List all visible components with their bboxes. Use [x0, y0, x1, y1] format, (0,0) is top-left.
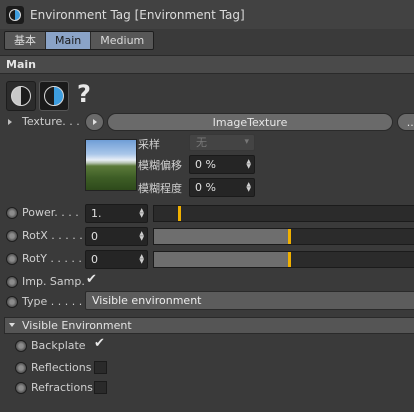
window-title: Environment Tag [Environment Tag] [30, 7, 245, 22]
imp-samp-checkbox[interactable]: ✔ [86, 272, 97, 287]
rotx-value: 0 [91, 230, 98, 243]
reflections-checkbox[interactable] [94, 361, 107, 374]
rotx-slider-fill [154, 229, 288, 244]
title-bar: Environment Tag [Environment Tag] [0, 0, 414, 29]
power-label: Power. . . . [22, 206, 79, 219]
spinner-arrows-icon[interactable]: ▲ ▼ [246, 182, 251, 193]
backplate-animate-radio[interactable] [15, 340, 27, 352]
visible-environment-header[interactable]: Visible Environment [4, 317, 414, 334]
roty-value: 0 [91, 253, 98, 266]
spinner-arrows-icon[interactable]: ▲ ▼ [139, 254, 144, 265]
refractions-label: Refractions [31, 381, 93, 394]
roty-slider[interactable] [153, 251, 414, 268]
environment-mode-button-2[interactable] [39, 81, 69, 111]
reflections-label: Reflections [31, 361, 92, 374]
power-field[interactable]: 1. ▲ ▼ [85, 204, 148, 223]
reflections-animate-radio[interactable] [15, 362, 27, 374]
spinner-arrows-icon[interactable]: ▲ ▼ [246, 159, 251, 170]
sampling-dropdown[interactable]: 无 ▾ [189, 134, 255, 151]
rotx-slider-handle[interactable] [288, 229, 291, 244]
rotx-animate-radio[interactable] [6, 230, 18, 242]
half-circle-blue-icon [44, 86, 64, 106]
blur-scale-value: 0 % [195, 181, 216, 194]
type-label: Type . . . . . [22, 295, 83, 308]
sampling-label: 采样 [138, 138, 160, 151]
blur-offset-label: 模糊偏移 [138, 159, 182, 172]
environment-tag-icon [6, 5, 24, 24]
chevron-down-icon: ▾ [244, 137, 249, 147]
help-icon[interactable]: ? [77, 80, 91, 108]
roty-slider-handle[interactable] [288, 252, 291, 267]
imp-samp-label: Imp. Samp. [22, 275, 85, 288]
power-animate-radio[interactable] [6, 207, 18, 219]
refractions-checkbox[interactable] [94, 381, 107, 394]
spinner-arrows-icon[interactable]: ▲ ▼ [139, 208, 144, 219]
environment-mode-button-1[interactable] [6, 81, 36, 111]
roty-label: RotY . . . . . [22, 252, 82, 265]
type-animate-radio[interactable] [6, 296, 18, 308]
collapse-arrow-icon[interactable] [9, 323, 15, 327]
texture-options-button[interactable]: ... [397, 113, 414, 131]
backplate-checkbox[interactable]: ✔ [94, 336, 105, 351]
power-slider[interactable] [153, 205, 414, 222]
spinner-arrows-icon[interactable]: ▲ ▼ [139, 231, 144, 242]
texture-label: Texture. . . [22, 115, 80, 128]
power-value: 1. [91, 207, 102, 220]
tab-main[interactable]: Main [46, 32, 92, 49]
tab-basic[interactable]: 基本 [5, 32, 46, 49]
type-select[interactable]: Visible environment [85, 291, 414, 310]
rotx-field[interactable]: 0 ▲ ▼ [85, 227, 148, 246]
half-circle-icon [11, 86, 31, 106]
texture-preview-image [85, 139, 137, 191]
rotx-slider[interactable] [153, 228, 414, 245]
tab-bar: 基本 Main Medium [4, 31, 155, 50]
power-slider-handle[interactable] [178, 206, 181, 221]
section-header-main: Main [0, 55, 414, 74]
blur-offset-value: 0 % [195, 158, 216, 171]
roty-slider-fill [154, 252, 288, 267]
roty-animate-radio[interactable] [6, 253, 18, 265]
imp-samp-animate-radio[interactable] [6, 276, 18, 288]
sampling-value: 无 [196, 136, 207, 149]
rotx-label: RotX . . . . . [22, 229, 83, 242]
blur-scale-field[interactable]: 0 % ▲ ▼ [189, 178, 255, 197]
arrow-right-icon [92, 119, 97, 125]
expand-arrow-icon[interactable] [8, 119, 12, 125]
blur-offset-field[interactable]: 0 % ▲ ▼ [189, 155, 255, 174]
refractions-animate-radio[interactable] [15, 382, 27, 394]
tab-medium[interactable]: Medium [91, 32, 154, 49]
texture-arrow-button[interactable] [85, 113, 104, 131]
image-texture-button[interactable]: ImageTexture [107, 113, 393, 131]
backplate-label: Backplate [31, 339, 86, 352]
blur-scale-label: 模糊程度 [138, 182, 182, 195]
roty-field[interactable]: 0 ▲ ▼ [85, 250, 148, 269]
